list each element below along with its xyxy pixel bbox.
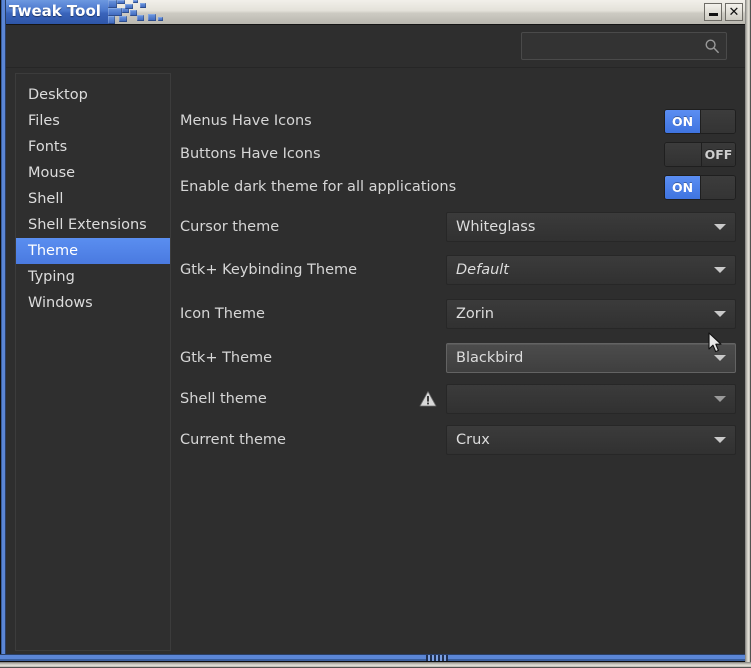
- dropdown-value: Crux: [456, 432, 709, 448]
- setting-row-gtk-keybinding-theme: Gtk+ Keybinding Theme Default: [172, 255, 745, 285]
- setting-row-current-theme: Current theme Crux: [172, 425, 745, 455]
- warning-triangle-icon: [419, 390, 437, 408]
- toggle-state-label: ON: [665, 110, 701, 133]
- title-dissolve-block: [158, 17, 163, 21]
- title-dissolve-block: [137, 15, 144, 21]
- toggle-state-label: OFF: [702, 143, 735, 166]
- dropdown-cursor-theme[interactable]: Whiteglass: [446, 212, 736, 242]
- sidebar-item-files[interactable]: Files: [16, 108, 170, 134]
- title-dissolve-block: [119, 16, 127, 22]
- sidebar-item-windows[interactable]: Windows: [16, 290, 170, 316]
- sidebar-item-theme[interactable]: Theme: [16, 238, 170, 264]
- setting-label: Gtk+ Keybinding Theme: [180, 262, 357, 278]
- toggle-track: [665, 143, 702, 166]
- title-dissolve-block: [108, 0, 117, 8]
- title-bar[interactable]: Tweak Tool ✕: [0, 0, 751, 24]
- sidebar-item-shell-extensions[interactable]: Shell Extensions: [16, 212, 170, 238]
- setting-label: Current theme: [180, 432, 286, 448]
- settings-pane: Menus Have Icons ON Buttons Have Icons OFF E…: [172, 73, 745, 651]
- sidebar-item-label: Typing: [28, 269, 75, 285]
- chevron-down-icon[interactable]: [709, 300, 731, 328]
- setting-row-menus-have-icons: Menus Have Icons ON: [172, 106, 745, 136]
- window-border-left: [0, 0, 6, 662]
- setting-label: Buttons Have Icons: [180, 146, 321, 162]
- dropdown-shell-theme[interactable]: [446, 384, 736, 414]
- setting-label: Enable dark theme for all applications: [180, 179, 456, 195]
- resize-grip[interactable]: [426, 655, 448, 661]
- dropdown-current-theme[interactable]: Crux: [446, 425, 736, 455]
- title-dissolve-block: [125, 4, 133, 9]
- sidebar-item-label: Theme: [28, 243, 78, 259]
- title-dissolve-block: [133, 0, 138, 3]
- minimize-button[interactable]: [704, 3, 722, 21]
- setting-row-shell-theme: Shell theme: [172, 384, 745, 414]
- setting-label: Menus Have Icons: [180, 113, 312, 129]
- setting-label: Cursor theme: [180, 219, 279, 235]
- sidebar: Desktop Files Fonts Mouse Shell Shell Extensi…: [15, 73, 171, 651]
- minimize-icon: [709, 13, 718, 16]
- toolbar: [6, 25, 745, 68]
- dropdown-value: Whiteglass: [456, 219, 709, 235]
- toggle-state-label: ON: [665, 176, 701, 199]
- setting-row-gtk-theme: Gtk+ Theme Blackbird: [172, 343, 745, 373]
- setting-label: Shell theme: [180, 391, 267, 407]
- toggle-switch-menus-have-icons[interactable]: ON: [664, 109, 736, 134]
- chevron-down-icon[interactable]: [709, 256, 731, 284]
- title-dissolve-block: [108, 8, 122, 16]
- dropdown-value: Blackbird: [456, 350, 709, 366]
- toggle-track: [701, 176, 735, 199]
- setting-row-enable-dark-theme-for-all-applications: Enable dark theme for all applications ON: [172, 172, 745, 202]
- toggle-switch-buttons-have-icons[interactable]: OFF: [664, 142, 736, 167]
- close-icon: ✕: [729, 6, 740, 19]
- dropdown-gtk-keybinding-theme[interactable]: Default: [446, 255, 736, 285]
- close-button[interactable]: ✕: [725, 3, 743, 21]
- sidebar-item-label: Desktop: [28, 87, 88, 103]
- search-box[interactable]: [521, 32, 727, 60]
- setting-row-icon-theme: Icon Theme Zorin: [172, 299, 745, 329]
- search-icon[interactable]: [704, 38, 720, 54]
- window-border-bottom: [0, 654, 745, 662]
- dropdown-gtk-theme[interactable]: Blackbird: [446, 343, 736, 373]
- chevron-down-icon[interactable]: [709, 344, 731, 372]
- sidebar-item-desktop[interactable]: Desktop: [16, 82, 170, 108]
- chevron-down-icon[interactable]: [709, 385, 731, 413]
- sidebar-item-label: Windows: [28, 295, 93, 311]
- title-dissolve-block: [148, 14, 156, 21]
- application-window: Tweak Tool ✕ Desktop Files Fonts Mouse Shell…: [0, 0, 751, 668]
- toggle-track: [701, 110, 735, 133]
- sidebar-item-label: Shell Extensions: [28, 217, 147, 233]
- dropdown-value: Zorin: [456, 306, 709, 322]
- toggle-switch-enable-dark-theme-for-all-applications[interactable]: ON: [664, 175, 736, 200]
- sidebar-item-shell[interactable]: Shell: [16, 186, 170, 212]
- client-area: Desktop Files Fonts Mouse Shell Shell Extensi…: [6, 24, 745, 656]
- title-dissolve-block: [140, 3, 146, 8]
- title-dissolve-block: [117, 0, 125, 4]
- title-dissolve-block: [130, 10, 137, 16]
- setting-label: Icon Theme: [180, 306, 265, 322]
- chevron-down-icon[interactable]: [709, 213, 731, 241]
- sidebar-item-label: Mouse: [28, 165, 75, 181]
- sidebar-item-mouse[interactable]: Mouse: [16, 160, 170, 186]
- window-title: Tweak Tool: [9, 2, 101, 20]
- title-dissolve-block: [108, 16, 115, 24]
- sidebar-item-fonts[interactable]: Fonts: [16, 134, 170, 160]
- dropdown-value: Default: [456, 262, 709, 278]
- sidebar-item-typing[interactable]: Typing: [16, 264, 170, 290]
- window-frame-right: [745, 0, 751, 668]
- dropdown-icon-theme[interactable]: Zorin: [446, 299, 736, 329]
- sidebar-item-label: Files: [28, 113, 60, 129]
- window-frame-bottom: [0, 662, 751, 668]
- search-input[interactable]: [528, 39, 704, 54]
- setting-row-buttons-have-icons: Buttons Have Icons OFF: [172, 139, 745, 169]
- setting-row-cursor-theme: Cursor theme Whiteglass: [172, 212, 745, 242]
- setting-label: Gtk+ Theme: [180, 350, 272, 366]
- sidebar-item-label: Shell: [28, 191, 63, 207]
- sidebar-item-label: Fonts: [28, 139, 67, 155]
- chevron-down-icon[interactable]: [709, 426, 731, 454]
